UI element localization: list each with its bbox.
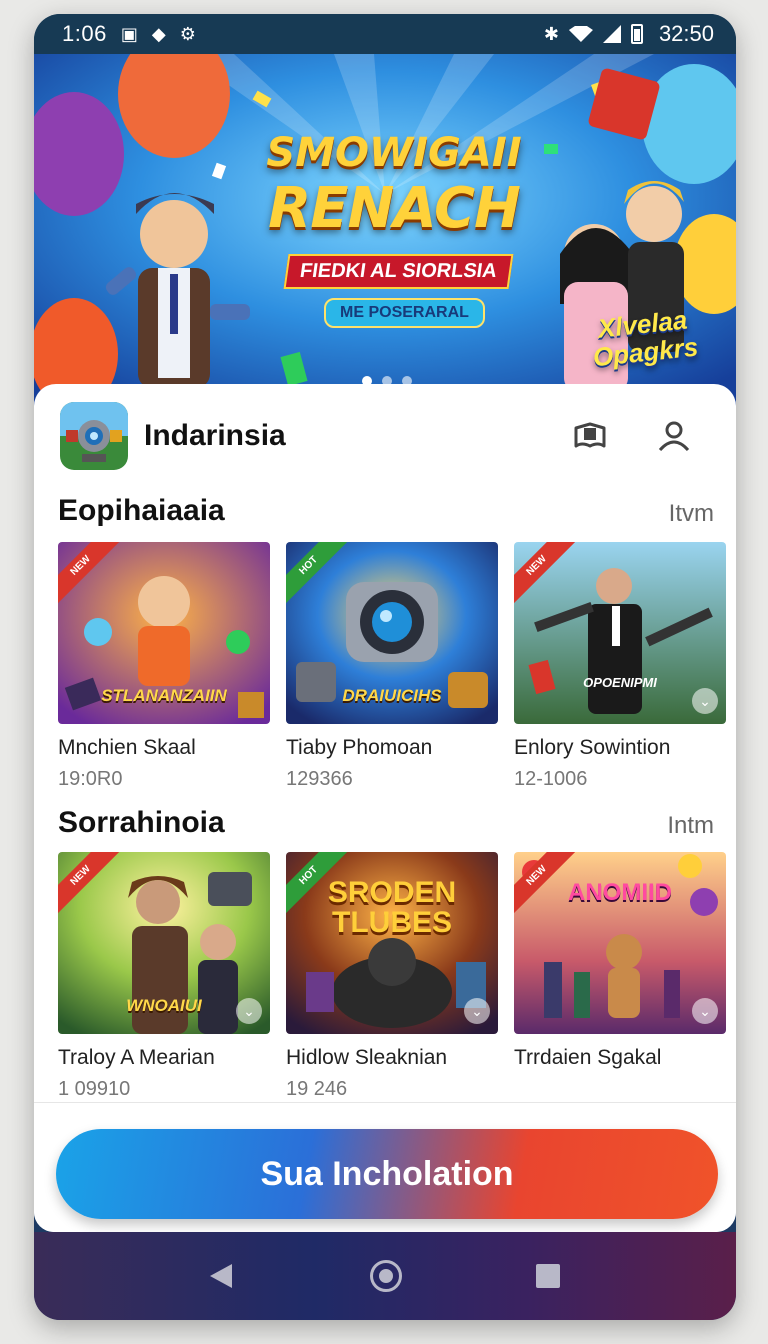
thumbnail-caption: DRAIUICIHS	[342, 686, 442, 705]
back-icon[interactable]	[210, 1264, 232, 1288]
app-name: Indarinsia	[144, 419, 286, 452]
tile-title: Enlory Sowintion	[514, 736, 671, 759]
game-tile[interactable]: NEW OPOENIPMI ⌄ Enlory Sowintion 12-1006	[514, 542, 726, 791]
app-header: Indarinsia	[60, 402, 710, 470]
game-tile[interactable]: NEW ANOMIID ⌄ Trrdaien Sgakal	[514, 852, 726, 1078]
recents-icon[interactable]	[536, 1264, 560, 1288]
install-bar: Sua Incholation	[34, 1102, 736, 1232]
download-icon[interactable]: ⌄	[692, 688, 718, 714]
thumbnail-caption: STLANANZAIIN	[101, 686, 227, 705]
game-tile[interactable]: HOT SRODEN TLUBES ⌄ Hidlow Sleaknian 19 …	[286, 852, 498, 1101]
tile-title: Trrdaien Sgakal	[514, 1046, 662, 1069]
hero-tag: ME POSERARAL	[324, 298, 485, 328]
profile-icon[interactable]	[654, 416, 694, 456]
game-tile[interactable]: NEW STLANANZAIIN Mnchien Skaal 19:0R0	[58, 542, 270, 791]
download-icon[interactable]: ⌄	[692, 998, 718, 1024]
hero-side-text: Xlvelaa Opagkrs	[591, 304, 700, 373]
settings-icon: ⚙	[179, 23, 196, 44]
signal-icon	[602, 25, 621, 43]
install-button[interactable]: Sua Incholation	[56, 1129, 718, 1219]
bluetooth-icon: ✱	[543, 23, 559, 44]
game-thumbnail: NEW STLANANZAIIN	[58, 542, 270, 724]
game-thumbnail: HOT SRODEN TLUBES ⌄	[286, 852, 498, 1034]
hero-banner[interactable]: SMOWIGAII RENACH FIEDKI AL SIORLSIA ME P…	[34, 54, 736, 414]
game-thumbnail: NEW OPOENIPMI ⌄	[514, 542, 726, 724]
tile-meta: 129366	[286, 768, 353, 790]
game-thumbnail: NEW ANOMIID ⌄	[514, 852, 726, 1034]
status-bar: 1:06 ▣ ◆ ⚙ ✱ 32:50	[34, 14, 736, 54]
thumbnail-caption: OPOENIPMI	[583, 675, 657, 690]
phone-screen: 1:06 ▣ ◆ ⚙ ✱ 32:50 SMOWIGAII RENACH FIED…	[34, 14, 736, 1320]
thumbnail-caption: SRODEN TLUBES	[327, 876, 457, 939]
tile-meta: 1 09910	[58, 1078, 131, 1100]
download-icon[interactable]: ⌄	[236, 998, 262, 1024]
section-see-all-link[interactable]: Intm	[667, 812, 714, 840]
tile-title: Tiaby Phomoan	[286, 736, 433, 759]
download-icon[interactable]: ⌄	[464, 998, 490, 1024]
tile-title: Traloy A Mearian	[58, 1046, 215, 1069]
app-icon: ◆	[151, 23, 166, 44]
hero-subtitle: FIEDKI AL SIORLSIA	[283, 254, 514, 289]
section-title: Eopihaiaaia	[58, 494, 225, 527]
wifi-icon	[568, 26, 593, 42]
status-clock: 32:50	[658, 21, 714, 46]
game-thumbnail: NEW WNOAIUI ⌄	[58, 852, 270, 1034]
thumbnail-caption: ANOMIID	[568, 879, 672, 906]
game-tile[interactable]: NEW WNOAIUI ⌄ Traloy A Mearian 1 09910	[58, 852, 270, 1101]
system-nav-bar	[34, 1232, 736, 1320]
tile-title: Hidlow Sleaknian	[286, 1046, 448, 1069]
tile-meta: 19:0R0	[58, 768, 123, 790]
game-tile[interactable]: HOT DRAIUICIHS Tiaby Phomoan 129366	[286, 542, 498, 791]
battery-icon	[630, 24, 643, 44]
tile-meta: 12-1006	[514, 768, 588, 790]
section-title: Sorrahinoia	[58, 806, 225, 839]
section-see-all-link[interactable]: Itvm	[669, 500, 714, 528]
hero-title-line1: SMOWIGAII	[266, 130, 522, 176]
status-time: 1:06	[62, 21, 107, 46]
game-thumbnail: HOT DRAIUICIHS	[286, 542, 498, 724]
hero-title-line2: RENACH	[268, 176, 521, 241]
home-icon[interactable]	[370, 1260, 402, 1292]
tile-meta: 19 246	[286, 1078, 348, 1100]
tile-title: Mnchien Skaal	[58, 736, 196, 759]
app-logo	[60, 402, 128, 470]
photo-icon: ▣	[120, 23, 138, 44]
library-icon[interactable]	[570, 416, 610, 456]
